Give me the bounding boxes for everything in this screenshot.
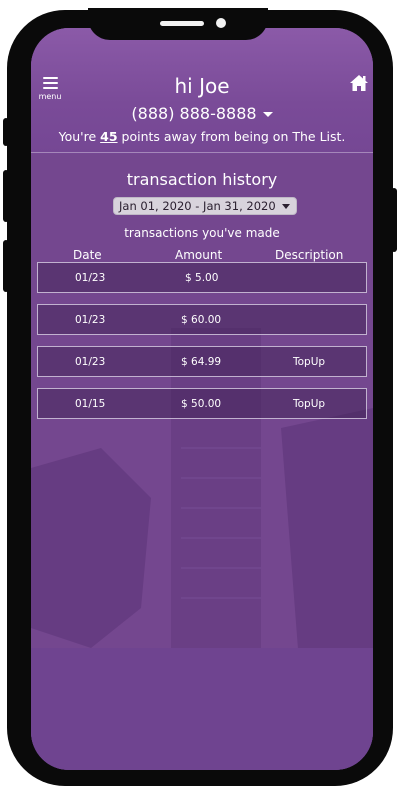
row-date: 01/23 [75, 314, 106, 326]
side-button-volume-up [3, 170, 9, 222]
row-description: TopUp [293, 398, 326, 410]
date-range-value: Jan 01, 2020 - Jan 31, 2020 [119, 199, 276, 213]
row-amount: $ 50.00 [181, 398, 222, 410]
row-amount: $ 64.99 [181, 356, 222, 368]
column-header-date: Date [73, 248, 102, 262]
caret-down-icon [262, 112, 273, 117]
table-row[interactable]: 01/23 $ 5.00 [37, 262, 367, 293]
column-header-amount: Amount [175, 248, 223, 262]
row-date: 01/23 [75, 356, 106, 368]
greeting-text: hi Joe [174, 74, 230, 98]
side-button-volume-down [3, 240, 9, 292]
phone-number: (888) 888-8888 [131, 104, 257, 123]
table-row[interactable]: 01/23 $ 64.99 TopUp [37, 346, 367, 377]
table-row[interactable]: 01/23 $ 60.00 [37, 304, 367, 335]
column-header-description: Description [275, 248, 344, 262]
phone-notch [88, 8, 268, 40]
phone-number-selector[interactable]: (888) 888-8888 [31, 104, 373, 123]
row-amount: $ 5.00 [185, 272, 219, 284]
table-row[interactable]: 01/15 $ 50.00 TopUp [37, 388, 367, 419]
date-range-select[interactable]: Jan 01, 2020 - Jan 31, 2020 [113, 197, 297, 215]
points-value: 45 [100, 129, 118, 144]
header-divider [31, 152, 373, 153]
speaker-grille [160, 21, 204, 26]
side-button-mute [3, 118, 9, 146]
phone-frame: menu hi Joe (888) 888-8888 You're 45 poi… [7, 8, 393, 786]
points-suffix: points away from being on The List. [121, 129, 346, 144]
section-title: transaction history [126, 170, 278, 189]
app-screen: menu hi Joe (888) 888-8888 You're 45 poi… [31, 28, 373, 770]
row-date: 01/15 [75, 398, 106, 410]
points-status: You're 45 points away from being on The … [31, 129, 373, 144]
row-description: TopUp [293, 356, 326, 368]
side-button-power [391, 188, 397, 252]
row-amount: $ 60.00 [181, 314, 222, 326]
section-subtitle: transactions you've made [124, 226, 280, 240]
camera-dot [216, 18, 226, 28]
points-prefix: You're [58, 129, 97, 144]
row-date: 01/23 [75, 272, 106, 284]
chevron-down-icon [282, 204, 290, 209]
